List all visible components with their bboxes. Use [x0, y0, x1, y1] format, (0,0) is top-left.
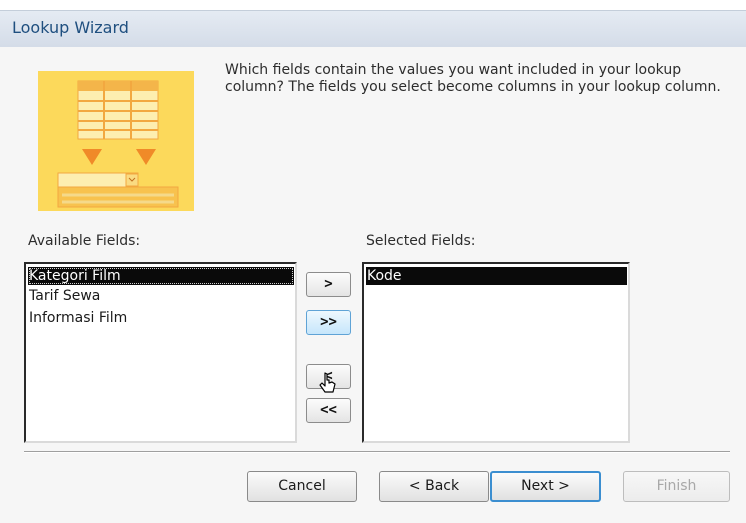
instruction-text: Which fields contain the values you want… [225, 62, 721, 95]
available-field-item[interactable]: Tarif Sewa [28, 287, 100, 305]
lookup-table-illustration-graphic [38, 71, 194, 211]
mouse-pointer-icon [319, 372, 336, 393]
selected-fields-list[interactable]: Kode [362, 262, 630, 443]
window-title: Lookup Wizard [12, 18, 129, 37]
add-all-fields-button[interactable]: >> [306, 310, 351, 335]
cancel-button[interactable]: Cancel [247, 471, 357, 502]
lookup-table-illustration-icon [38, 71, 194, 211]
available-fields-label: Available Fields: [28, 233, 141, 249]
available-fields-list[interactable]: Kategori Film Tarif Sewa Informasi Film [24, 262, 297, 443]
available-field-item[interactable]: Kategori Film [28, 267, 294, 285]
add-field-button[interactable]: > [306, 272, 351, 297]
lookup-wizard-window: Lookup Wizard Which fields contain the v… [0, 0, 746, 523]
selected-fields-label: Selected Fields: [366, 233, 476, 249]
finish-button[interactable]: Finish [623, 471, 730, 502]
next-button[interactable]: Next > [490, 471, 601, 502]
dialog-body: Which fields contain the values you want… [0, 47, 746, 523]
selected-field-item[interactable]: Kode [366, 267, 627, 285]
remove-all-fields-button[interactable]: << [306, 398, 351, 423]
available-field-item[interactable]: Informasi Film [28, 309, 127, 327]
back-button[interactable]: < Back [379, 471, 489, 502]
title-bar[interactable]: Lookup Wizard [0, 10, 746, 47]
footer-divider [24, 451, 730, 453]
